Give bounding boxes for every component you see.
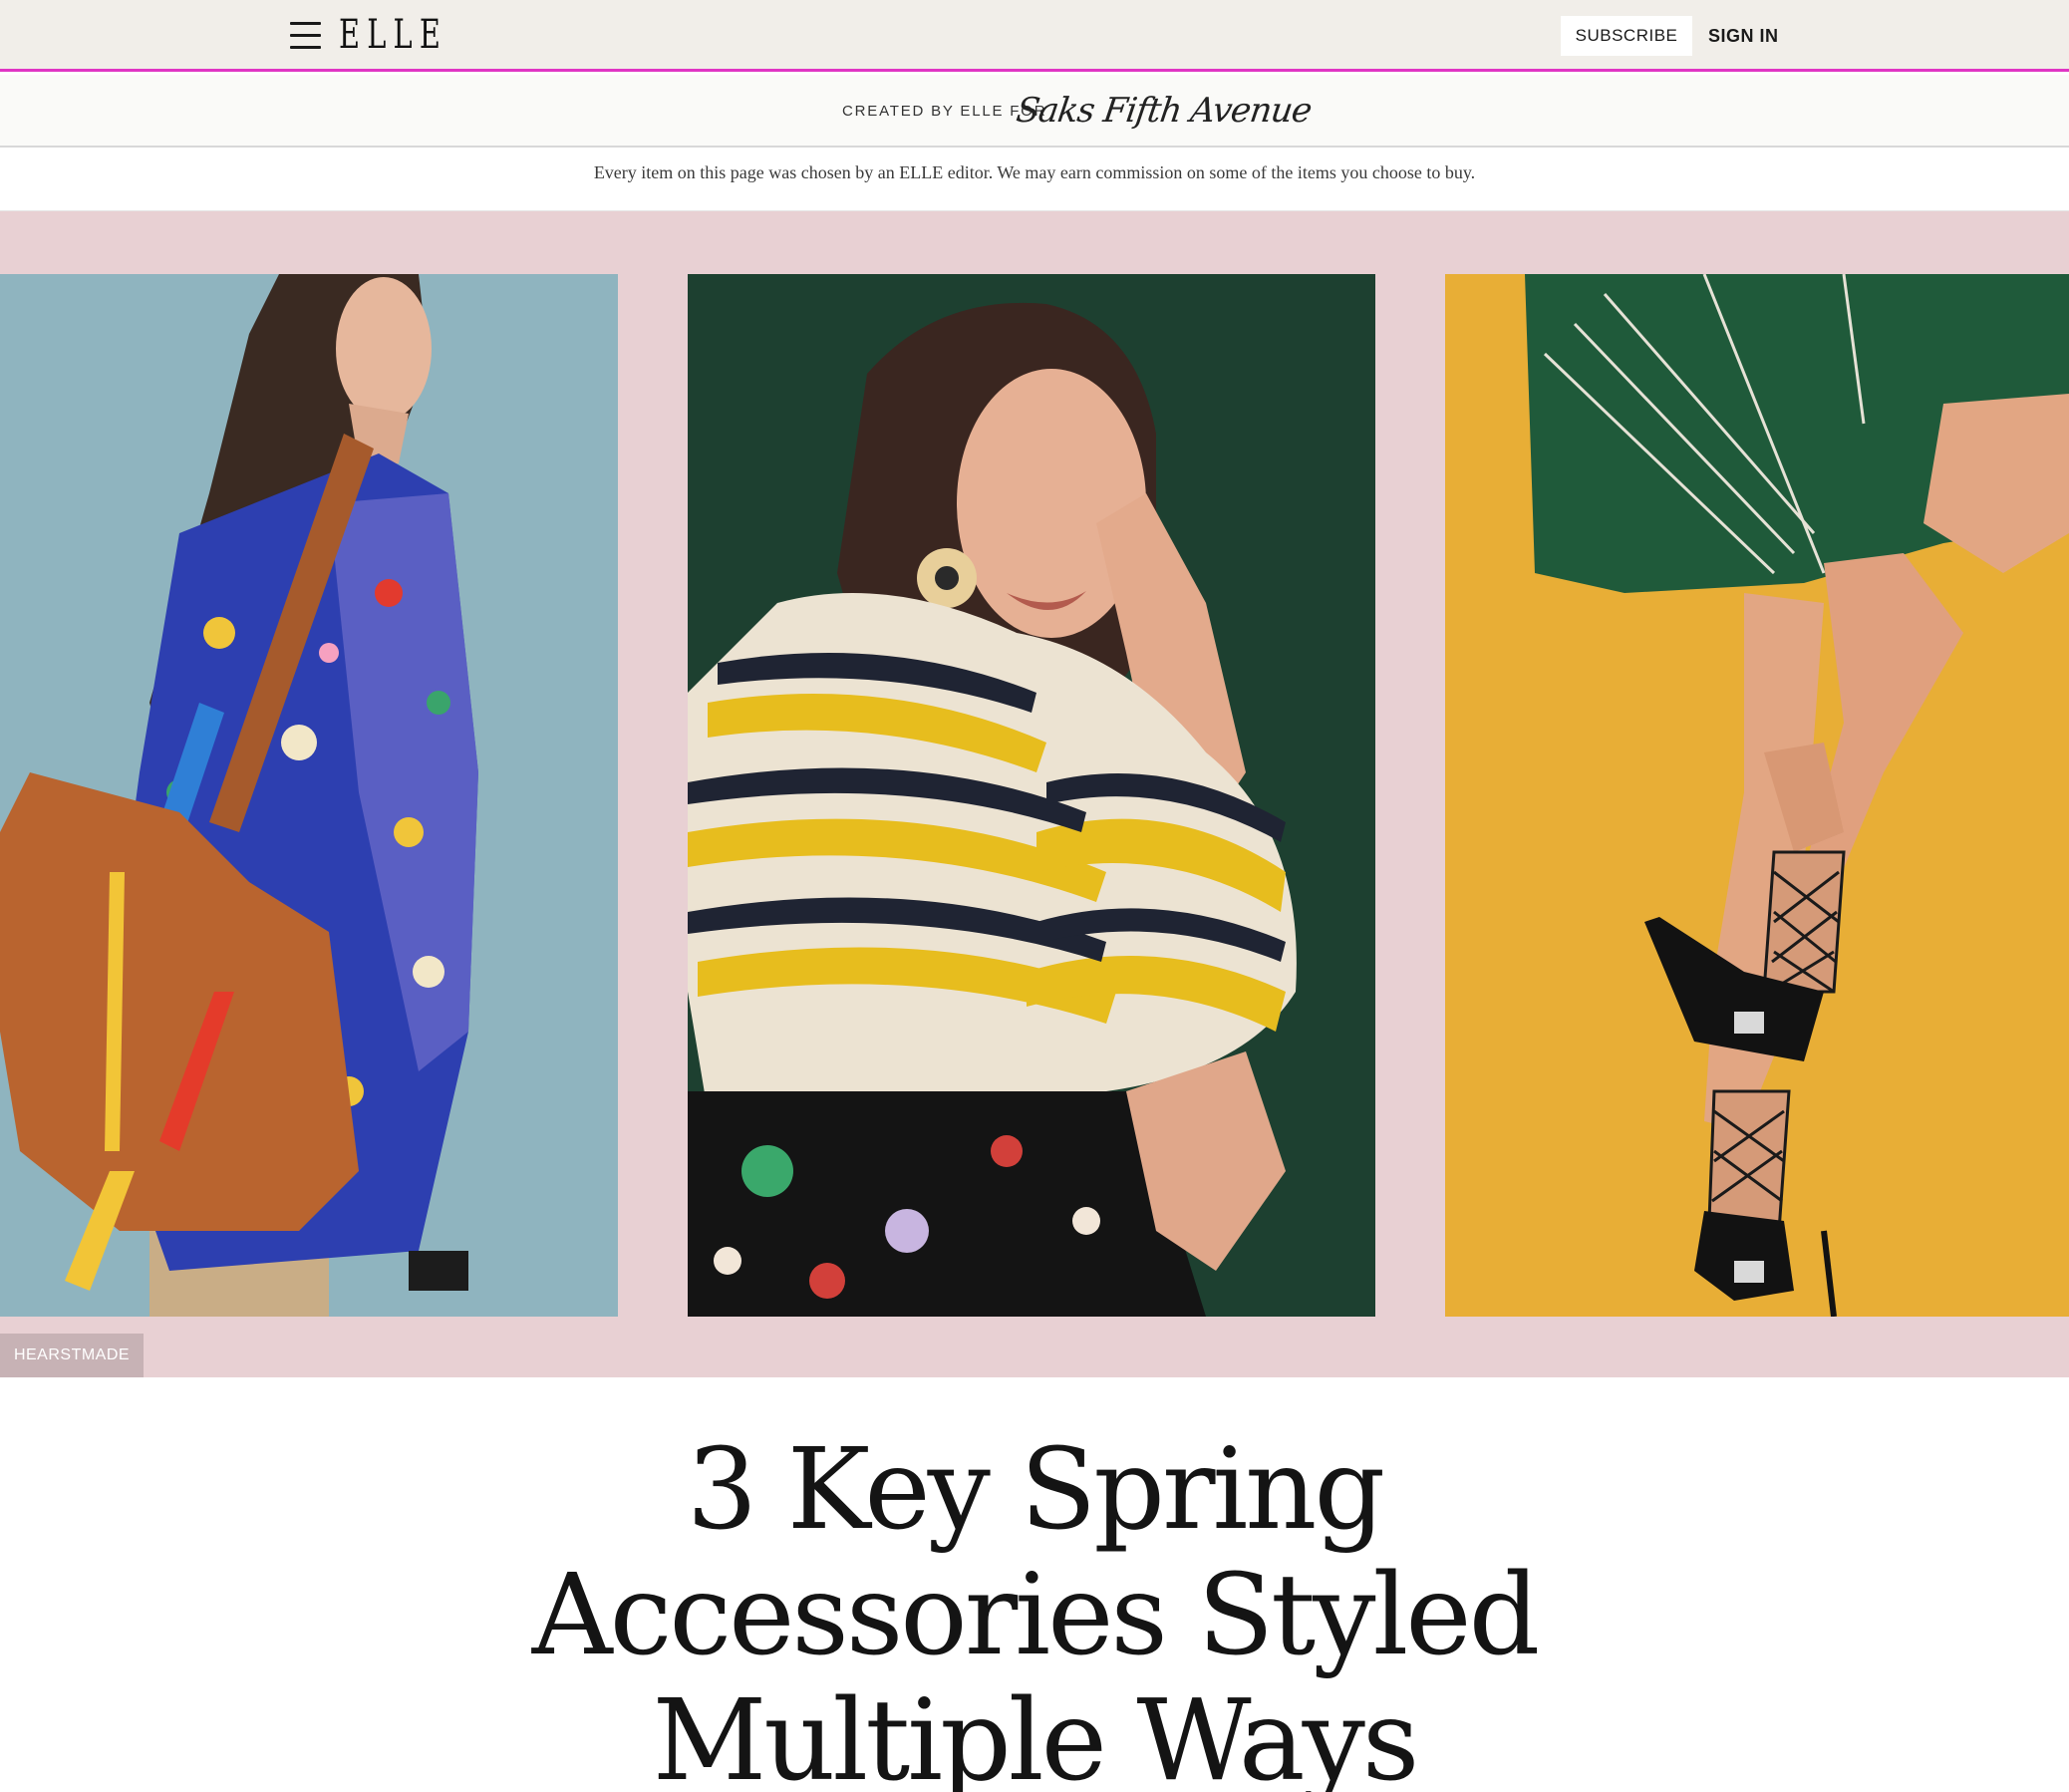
elle-logo[interactable]: ELLE xyxy=(339,10,447,60)
shoes-photo-illustration xyxy=(1445,274,2069,1317)
hero-photo-bag xyxy=(0,274,618,1317)
disclaimer-text: Every item on this page was chosen by an… xyxy=(593,162,1476,182)
menu-icon[interactable] xyxy=(290,22,321,50)
subscribe-button[interactable]: SUBSCRIBE xyxy=(1561,16,1692,56)
bag-photo-illustration xyxy=(0,274,618,1317)
sweater-photo-illustration xyxy=(688,274,1375,1317)
sponsor-bar: CREATED BY ELLE FOR Saks Fifth Avenue xyxy=(0,75,2069,148)
saks-fifth-avenue-logo[interactable]: Saks Fifth Avenue xyxy=(1013,85,1315,137)
hero-photo-shoes xyxy=(1445,274,2069,1317)
top-nav: ELLE SUBSCRIBE SIGN IN xyxy=(0,0,2069,72)
hero-photo-sweater xyxy=(688,274,1375,1317)
affiliate-disclaimer: Every item on this page was chosen by an… xyxy=(0,149,2069,211)
image-source-tag: HEARSTMADE xyxy=(0,1334,144,1377)
sign-in-link[interactable]: SIGN IN xyxy=(1708,16,1779,56)
article-title: 3 Key Spring Accessories Styled Multiple… xyxy=(531,1425,1541,1792)
hero-image: HEARSTMADE xyxy=(0,211,2069,1377)
